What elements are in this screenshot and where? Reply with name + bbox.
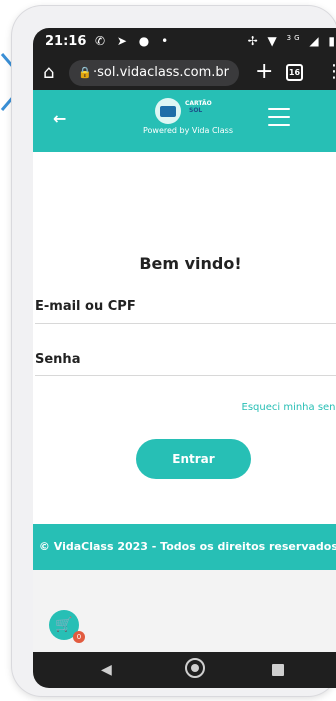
dot-icon: • <box>161 34 173 48</box>
stage: 21:16 ✆ ➤ ● • ✢ ▼ 3G ◢ ▮ ⌂ 🔒 ·sol.vidacl… <box>0 0 336 701</box>
wifi-icon: ▼ <box>267 34 280 48</box>
footer: © VidaClass 2023 - Todos os direitos res… <box>33 524 336 570</box>
logo-line1: CARTÃO <box>185 100 212 107</box>
browser-menu-button[interactable]: ⋮ <box>325 61 336 82</box>
cart-badge: 0 <box>73 631 85 643</box>
site-header: ← CARTÃO SOL Powered by Vida Class <box>33 90 336 152</box>
nav-recents-icon[interactable] <box>272 664 284 676</box>
notification-icons: ✆ ➤ ● • <box>95 34 172 48</box>
hamburger-menu-icon[interactable] <box>268 108 290 126</box>
phone-screen: 21:16 ✆ ➤ ● • ✢ ▼ 3G ◢ ▮ ⌂ 🔒 ·sol.vidacl… <box>33 28 336 688</box>
url-text: ·sol.vidaclass.com.br <box>93 65 230 80</box>
cart-icon: 🛒 <box>55 617 73 633</box>
phone-frame: 21:16 ✆ ➤ ● • ✢ ▼ 3G ◢ ▮ ⌂ 🔒 ·sol.vidacl… <box>12 6 336 696</box>
password-field-underline <box>35 375 336 376</box>
nav-back-icon[interactable]: ◀ <box>101 662 112 678</box>
card-icon <box>160 106 176 117</box>
android-nav-bar: ◀ <box>33 652 336 688</box>
new-tab-button[interactable]: + <box>255 59 273 84</box>
logo-line2: SOL <box>189 107 203 114</box>
page-title: Bem vindo! <box>139 254 242 273</box>
cartao-sol-logo[interactable]: CARTÃO SOL Powered by Vida Class <box>133 98 243 144</box>
system-icons: ✢ ▼ 3G ◢ ▮ <box>248 34 336 48</box>
lock-icon: 🔒 <box>78 66 92 79</box>
password-field[interactable]: Senha <box>35 352 80 367</box>
email-field[interactable]: E-mail ou CPF <box>35 299 136 314</box>
login-button[interactable]: Entrar <box>136 439 251 479</box>
login-form: Bem vindo! E-mail ou CPF Senha Esqueci m… <box>33 152 336 528</box>
tab-switcher-button[interactable]: 16 <box>286 64 303 81</box>
address-bar[interactable]: 🔒 ·sol.vidaclass.com.br <box>69 60 239 86</box>
battery-icon: ▮ <box>328 34 336 48</box>
status-bar: 21:16 ✆ ➤ ● • ✢ ▼ 3G ◢ ▮ <box>33 28 336 56</box>
back-arrow-icon[interactable]: ← <box>53 109 66 128</box>
signal-icon: ◢ <box>309 34 322 48</box>
browser-toolbar: ⌂ 🔒 ·sol.vidaclass.com.br + 16 ⋮ <box>33 56 336 90</box>
network-type: 3G <box>286 34 303 42</box>
send-icon: ➤ <box>116 34 131 48</box>
status-time: 21:16 <box>45 34 87 49</box>
home-icon[interactable]: ⌂ <box>43 62 54 83</box>
whatsapp-icon: ✆ <box>95 34 110 48</box>
powered-by: Powered by Vida Class <box>143 126 233 135</box>
nav-home-icon[interactable] <box>185 658 205 678</box>
forgot-password-link[interactable]: Esqueci minha senha <box>242 402 336 413</box>
vibrate-icon: ✢ <box>247 34 261 48</box>
email-field-underline <box>35 323 336 324</box>
chat-icon: ● <box>138 34 154 48</box>
